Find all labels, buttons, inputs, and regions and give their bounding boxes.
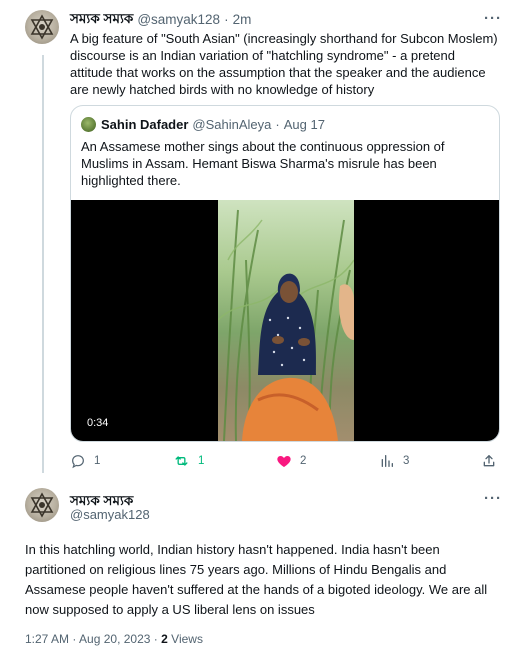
quoted-tweet-text: An Assamese mother sings about the conti… (81, 139, 445, 188)
reply-button[interactable]: 1 (70, 452, 100, 470)
views-count: 2 (161, 632, 168, 646)
more-horizontal-icon[interactable]: ··· (484, 10, 502, 27)
share-button[interactable] (481, 452, 497, 470)
avatar-emblem-icon (30, 492, 54, 518)
tweet-text: A big feature of "South Asian" (increasi… (70, 31, 498, 97)
like-button[interactable]: 2 (276, 452, 306, 470)
separator-dot: · (153, 632, 158, 646)
thread-connector-line (42, 55, 44, 473)
like-count: 2 (300, 455, 307, 467)
avatar-emblem-icon (30, 14, 54, 40)
share-icon (483, 455, 495, 467)
separator-dot: · (224, 11, 229, 27)
author-name[interactable]: সম্যক সম্যক (70, 8, 133, 31)
tweet-actions: 1 1 2 3 (70, 452, 500, 470)
views-chart-icon (381, 455, 393, 467)
quoted-tweet-date: Aug 17 (283, 117, 325, 132)
quoted-author-name: Sahin Dafader (101, 117, 189, 132)
quoted-tweet-card[interactable]: Sahin Dafader @SahinAleya · Aug 17 An As… (70, 105, 500, 442)
tweet-time[interactable]: 1:27 AM (25, 632, 69, 646)
separator-dot: · (275, 117, 280, 132)
reply-count: 1 (94, 455, 101, 467)
quoted-tweet-header: Sahin Dafader @SahinAleya · Aug 17 (81, 117, 325, 132)
tweet-text: In this hatchling world, Indian history … (25, 542, 488, 617)
avatar[interactable] (25, 10, 59, 44)
video-duration: 0:34 (85, 416, 111, 430)
author-handle[interactable]: @samyak128 (137, 12, 220, 27)
tweet-header: সম্যক সম্যক @samyak128 · 2m (70, 10, 251, 28)
views-count: 3 (403, 455, 410, 467)
views-label: Views (171, 632, 203, 646)
separator-dot: · (72, 632, 77, 646)
video-thumbnail (218, 200, 354, 441)
tweet-date[interactable]: Aug 20, 2023 (79, 632, 150, 646)
video-player[interactable]: 0:34 (71, 200, 499, 441)
views-button[interactable]: 3 (379, 452, 409, 470)
quoted-author-avatar (81, 117, 96, 132)
author-handle[interactable]: @samyak128 (70, 507, 150, 522)
avatar[interactable] (25, 488, 59, 522)
quoted-author-handle: @SahinAleya (192, 117, 272, 132)
heart-icon (277, 456, 291, 467)
retweet-count: 1 (198, 455, 205, 467)
more-horizontal-icon[interactable]: ··· (484, 490, 502, 507)
retweet-icon (175, 456, 188, 466)
retweet-button[interactable]: 1 (173, 452, 204, 470)
tweet-time[interactable]: 2m (233, 12, 252, 27)
tweet-meta: 1:27 AM · Aug 20, 2023 · 2 Views (25, 632, 203, 646)
reply-icon (72, 455, 84, 469)
